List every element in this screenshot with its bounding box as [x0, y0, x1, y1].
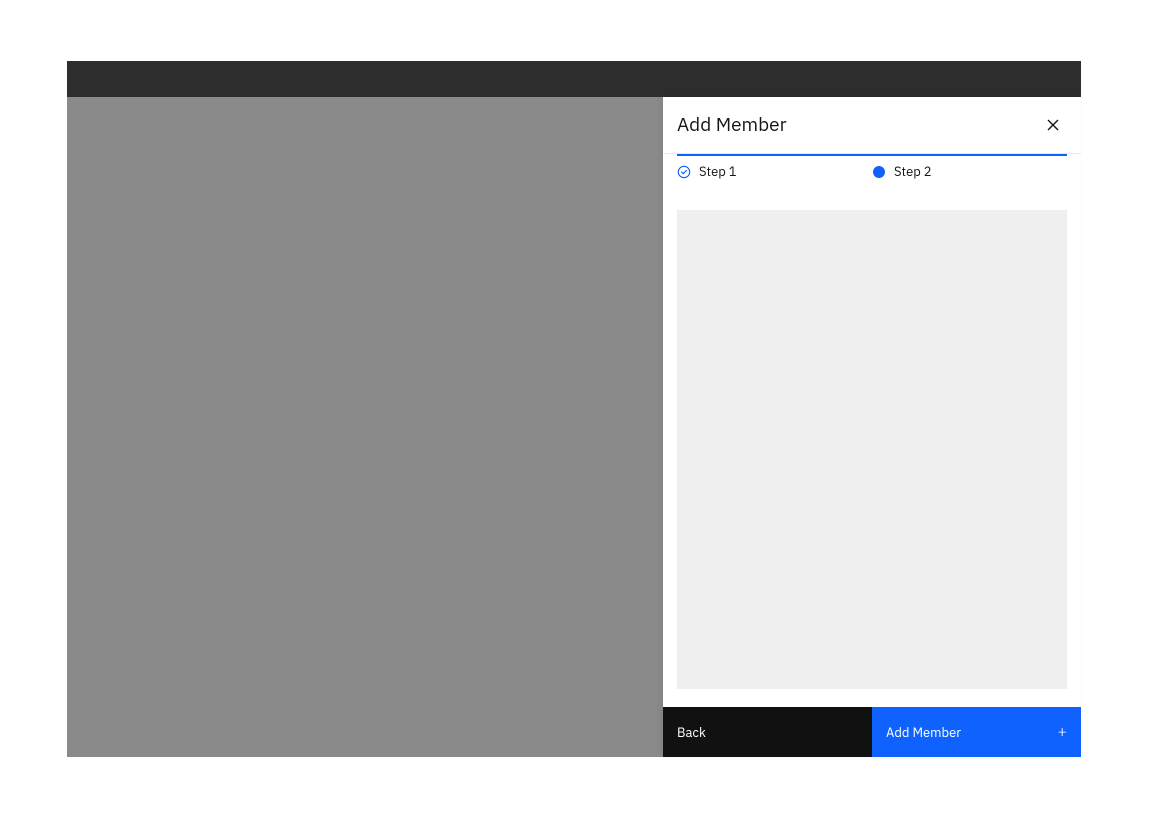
progress-indicator: Step 1 Step 2: [663, 154, 1081, 184]
tearsheet-panel: Add Member: [663, 97, 1081, 757]
step-label: Step 2: [894, 164, 932, 180]
back-button-label: Back: [677, 724, 706, 741]
plus-icon: +: [1057, 724, 1067, 740]
progress-fill: [677, 154, 1067, 156]
tearsheet-title: Add Member: [677, 113, 787, 138]
app-viewport: Add Member: [67, 61, 1081, 757]
back-button[interactable]: Back: [663, 707, 872, 757]
content-placeholder: [677, 210, 1067, 689]
tearsheet-header: Add Member: [663, 97, 1081, 154]
tearsheet-footer: Back Add Member +: [663, 707, 1081, 757]
step-current-icon: [872, 165, 886, 179]
progress-step-2[interactable]: Step 2: [872, 164, 1067, 180]
step-label: Step 1: [699, 164, 737, 180]
tearsheet-body: [663, 184, 1081, 707]
progress-steps: Step 1 Step 2: [677, 164, 1067, 180]
add-member-button-label: Add Member: [886, 724, 961, 741]
add-member-button[interactable]: Add Member +: [872, 707, 1081, 757]
close-button[interactable]: [1039, 111, 1067, 139]
top-bar: [67, 61, 1081, 97]
progress-step-1[interactable]: Step 1: [677, 164, 872, 180]
step-complete-icon: [677, 165, 691, 179]
close-icon: [1045, 117, 1061, 133]
progress-track: [677, 154, 1067, 156]
